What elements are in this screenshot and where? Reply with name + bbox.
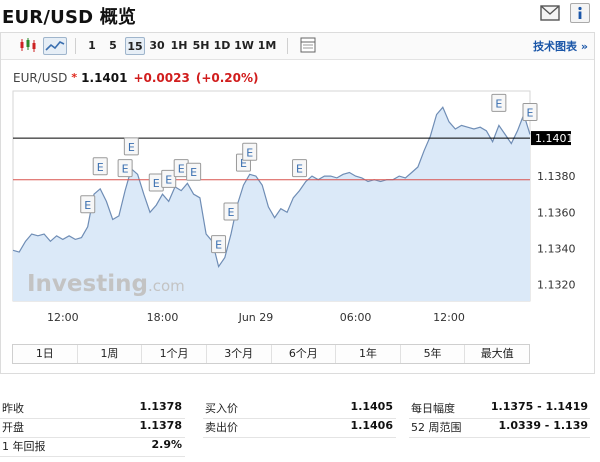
stat-label: 1 年回报 <box>2 440 46 453</box>
event-marker-label: E <box>84 199 91 212</box>
event-marker-label: E <box>97 161 104 174</box>
event-marker-label: E <box>153 177 160 190</box>
stat-value: 1.0339 - 1.139 <box>498 419 588 432</box>
y-tick-label: 1.1320 <box>537 279 576 292</box>
range-button[interactable]: 1周 <box>78 345 143 363</box>
stat-value: 1.1406 <box>350 419 393 432</box>
event-marker-label: E <box>178 163 185 176</box>
stats-row: 开盘 1.1378 卖出价 1.1406 52 周范围 1.0339 - 1.139 <box>0 419 600 439</box>
range-button[interactable]: 1日 <box>13 345 78 363</box>
stats-row: 昨收 1.1378 买入价 1.1405 每日幅度 1.1375 - 1.1419 <box>0 400 600 420</box>
x-tick-label: 12:00 <box>433 311 465 324</box>
stat-label: 52 周范围 <box>411 421 462 434</box>
mail-icon[interactable] <box>540 3 560 23</box>
stat-label: 昨收 <box>2 402 24 415</box>
row-divider <box>0 456 185 457</box>
range-button[interactable]: 5年 <box>401 345 466 363</box>
event-marker-label: E <box>495 97 502 110</box>
current-price-label: 1.1401 <box>535 132 574 145</box>
event-marker-label: E <box>122 163 129 176</box>
event-marker-label: E <box>527 106 534 119</box>
stat-value: 1.1378 <box>139 419 182 432</box>
price-chart: Investing.com1.14011.13201.13401.13601.1… <box>12 90 576 324</box>
x-tick-label: 06:00 <box>340 311 372 324</box>
range-button[interactable]: 1个月 <box>142 345 207 363</box>
stat-value: 1.1405 <box>350 400 393 413</box>
header: EUR/USD 概览 <box>0 0 600 30</box>
stat-label: 每日幅度 <box>411 402 455 415</box>
stat-value: 1.1378 <box>139 400 182 413</box>
event-marker-label: E <box>165 173 172 186</box>
event-marker-label: E <box>190 166 197 179</box>
range-button[interactable]: 6个月 <box>272 345 337 363</box>
range-button[interactable]: 最大值 <box>465 345 529 363</box>
x-tick-label: 12:00 <box>47 311 79 324</box>
stat-label: 买入价 <box>205 402 238 415</box>
stat-label: 开盘 <box>2 421 24 434</box>
range-selector: 1日 1周 1个月 3个月 6个月 1年 5年 最大值 <box>12 344 530 364</box>
stat-label: 卖出价 <box>205 421 238 434</box>
y-tick-label: 1.1340 <box>537 243 576 256</box>
stat-value: 2.9% <box>151 438 182 451</box>
x-tick-label: 18:00 <box>147 311 179 324</box>
event-marker-label: E <box>128 141 135 154</box>
eurusd-overview: EUR/USD 概览 1 5 15 30 1H 5H 1D 1W 1M 技术图表… <box>0 0 600 462</box>
range-button[interactable]: 1年 <box>336 345 401 363</box>
event-marker-label: E <box>246 146 253 159</box>
stat-value: 1.1375 - 1.1419 <box>490 400 588 413</box>
y-tick-label: 1.1380 <box>537 170 576 183</box>
range-button[interactable]: 3个月 <box>207 345 272 363</box>
event-marker-label: E <box>296 163 303 176</box>
event-marker-label: E <box>215 239 222 252</box>
event-marker-label: E <box>228 206 235 219</box>
info-icon[interactable] <box>570 3 590 23</box>
chart-widget: 1 5 15 30 1H 5H 1D 1W 1M 技术图表 » EUR/USD *… <box>0 32 595 374</box>
page-title: EUR/USD 概览 <box>2 7 137 28</box>
y-tick-label: 1.1360 <box>537 206 576 219</box>
x-tick-label: Jun 29 <box>238 311 274 324</box>
stats-row: 1 年回报 2.9% <box>0 438 600 458</box>
